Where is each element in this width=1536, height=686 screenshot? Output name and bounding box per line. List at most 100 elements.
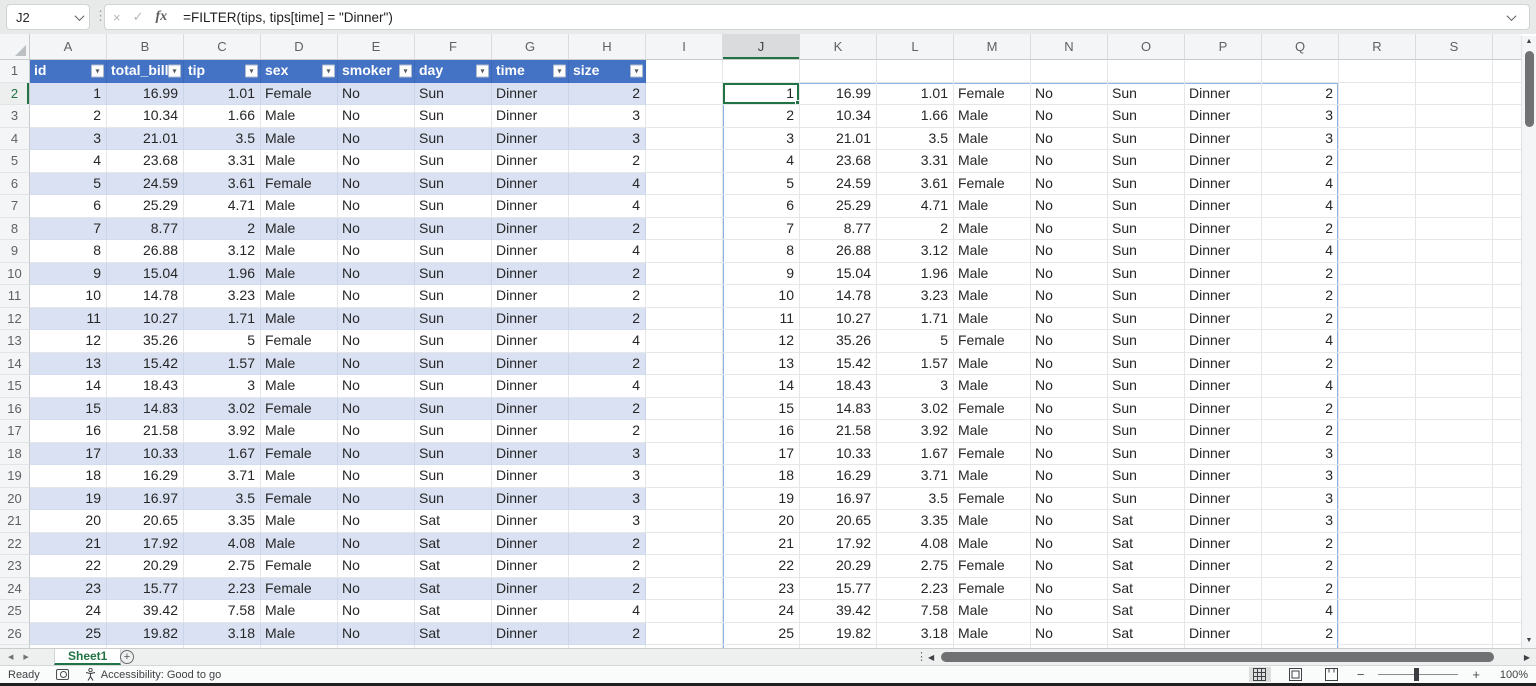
row-header-12[interactable]: 12 [0, 308, 30, 331]
cell-I25[interactable] [646, 600, 723, 623]
cell-S1[interactable] [1416, 60, 1493, 83]
cell-S12[interactable] [1416, 308, 1493, 331]
cell-G3[interactable]: Dinner [492, 105, 569, 128]
cell-O15[interactable]: Sun [1108, 375, 1185, 398]
row-header-6[interactable]: 6 [0, 173, 30, 196]
cell-P1[interactable] [1185, 60, 1262, 83]
cell-Q24[interactable]: 2 [1262, 578, 1339, 601]
cell-N13[interactable]: No [1031, 330, 1108, 353]
cell-R26[interactable] [1339, 623, 1416, 646]
cell-K19[interactable]: 16.29 [800, 465, 877, 488]
cell-J22[interactable]: 21 [723, 533, 800, 556]
cell-I10[interactable] [646, 263, 723, 286]
cell-N25[interactable]: No [1031, 600, 1108, 623]
cell-E7[interactable]: No [338, 195, 415, 218]
cell-S13[interactable] [1416, 330, 1493, 353]
cell-E23[interactable]: No [338, 555, 415, 578]
cell-H20[interactable]: 3 [569, 488, 646, 511]
cell-A14[interactable]: 13 [30, 353, 107, 376]
cell-Q1[interactable] [1262, 60, 1339, 83]
cell-G20[interactable]: Dinner [492, 488, 569, 511]
cell-K26[interactable]: 19.82 [800, 623, 877, 646]
cell-Q8[interactable]: 2 [1262, 218, 1339, 241]
cell-J23[interactable]: 22 [723, 555, 800, 578]
cell-R23[interactable] [1339, 555, 1416, 578]
row-header-4[interactable]: 4 [0, 128, 30, 151]
cell-N15[interactable]: No [1031, 375, 1108, 398]
cell-L20[interactable]: 3.5 [877, 488, 954, 511]
cell-J12[interactable]: 11 [723, 308, 800, 331]
cell-J9[interactable]: 8 [723, 240, 800, 263]
cell-L26[interactable]: 3.18 [877, 623, 954, 646]
cell-J19[interactable]: 18 [723, 465, 800, 488]
cell-M15[interactable]: Male [954, 375, 1031, 398]
cell-K8[interactable]: 8.77 [800, 218, 877, 241]
cell-S21[interactable] [1416, 510, 1493, 533]
cell-C12[interactable]: 1.71 [184, 308, 261, 331]
cell-J2[interactable]: 1 [723, 83, 800, 106]
cell-R2[interactable] [1339, 83, 1416, 106]
cell-Q19[interactable]: 3 [1262, 465, 1339, 488]
cell-F26[interactable]: Sat [415, 623, 492, 646]
cell-L18[interactable]: 1.67 [877, 443, 954, 466]
vertical-scrollbar[interactable]: ▲ ▼ [1521, 36, 1536, 648]
cell-R17[interactable] [1339, 420, 1416, 443]
column-header-F[interactable]: F [415, 34, 492, 60]
cell-E13[interactable]: No [338, 330, 415, 353]
cell-S16[interactable] [1416, 398, 1493, 421]
cell-B17[interactable]: 21.58 [107, 420, 184, 443]
cell-F25[interactable]: Sat [415, 600, 492, 623]
cell-L16[interactable]: 3.02 [877, 398, 954, 421]
cell-B15[interactable]: 18.43 [107, 375, 184, 398]
cell-D2[interactable]: Female [261, 83, 338, 106]
cell-E12[interactable]: No [338, 308, 415, 331]
cell-I9[interactable] [646, 240, 723, 263]
cell-A25[interactable]: 24 [30, 600, 107, 623]
cell-H7[interactable]: 4 [569, 195, 646, 218]
cell-R16[interactable] [1339, 398, 1416, 421]
cell-A3[interactable]: 2 [30, 105, 107, 128]
cell-S23[interactable] [1416, 555, 1493, 578]
cell-M4[interactable]: Male [954, 128, 1031, 151]
cell-H5[interactable]: 2 [569, 150, 646, 173]
cell-Q17[interactable]: 2 [1262, 420, 1339, 443]
cell-D4[interactable]: Male [261, 128, 338, 151]
cell-L17[interactable]: 3.92 [877, 420, 954, 443]
cell-G12[interactable]: Dinner [492, 308, 569, 331]
cell-O19[interactable]: Sun [1108, 465, 1185, 488]
cell-I11[interactable] [646, 285, 723, 308]
cell-D23[interactable]: Female [261, 555, 338, 578]
cell-R24[interactable] [1339, 578, 1416, 601]
zoom-in-button[interactable]: + [1472, 667, 1480, 682]
cell-A19[interactable]: 18 [30, 465, 107, 488]
cell-H6[interactable]: 4 [569, 173, 646, 196]
cell-J18[interactable]: 17 [723, 443, 800, 466]
cell-C20[interactable]: 3.5 [184, 488, 261, 511]
cell-M9[interactable]: Male [954, 240, 1031, 263]
cell-E25[interactable]: No [338, 600, 415, 623]
cell-M21[interactable]: Male [954, 510, 1031, 533]
cell-C8[interactable]: 2 [184, 218, 261, 241]
cell-D6[interactable]: Female [261, 173, 338, 196]
cell-O8[interactable]: Sun [1108, 218, 1185, 241]
cell-A8[interactable]: 7 [30, 218, 107, 241]
filter-dropdown-icon[interactable]: ▾ [322, 65, 335, 78]
cell-G26[interactable]: Dinner [492, 623, 569, 646]
cell-J11[interactable]: 10 [723, 285, 800, 308]
cell-I22[interactable] [646, 533, 723, 556]
cell-L10[interactable]: 1.96 [877, 263, 954, 286]
cell-I26[interactable] [646, 623, 723, 646]
cell-F22[interactable]: Sat [415, 533, 492, 556]
cell-N14[interactable]: No [1031, 353, 1108, 376]
cell-H21[interactable]: 3 [569, 510, 646, 533]
cell-P15[interactable]: Dinner [1185, 375, 1262, 398]
cell-K5[interactable]: 23.68 [800, 150, 877, 173]
filter-dropdown-icon[interactable]: ▾ [553, 65, 566, 78]
cell-K23[interactable]: 20.29 [800, 555, 877, 578]
cell-A20[interactable]: 19 [30, 488, 107, 511]
cell-K14[interactable]: 15.42 [800, 353, 877, 376]
accessibility-checker[interactable]: Accessibility: Good to go [85, 668, 221, 681]
cell-K10[interactable]: 15.04 [800, 263, 877, 286]
cell-D25[interactable]: Male [261, 600, 338, 623]
cell-E19[interactable]: No [338, 465, 415, 488]
